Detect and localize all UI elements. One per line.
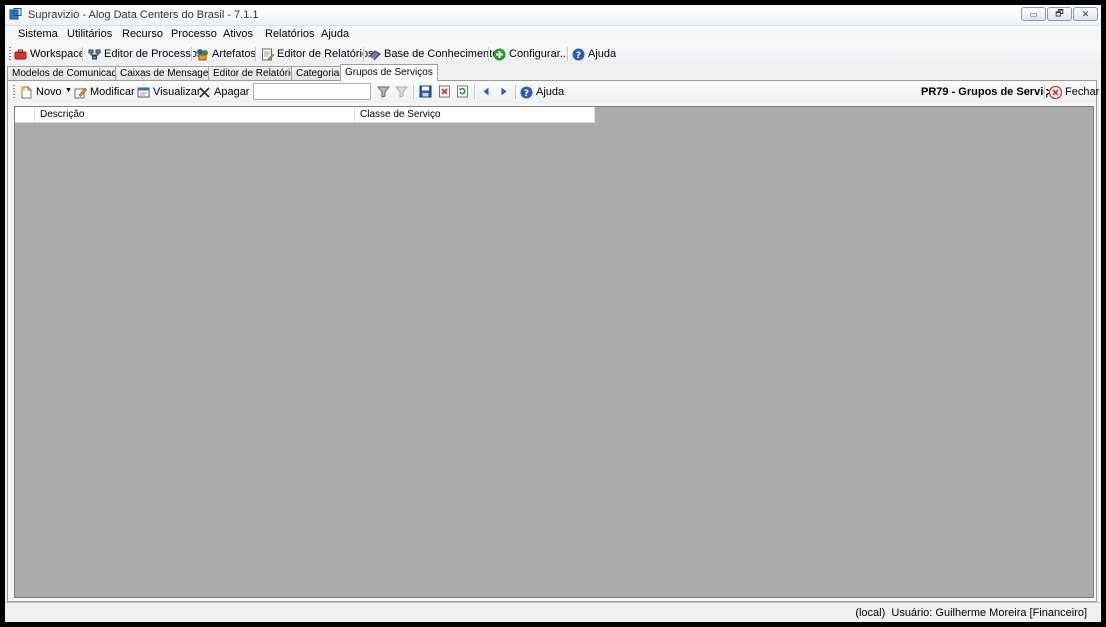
restore-button[interactable]: 🗗 [1047, 7, 1072, 21]
tab-label: Caixas de Mensagens [120, 68, 219, 79]
next-arrow-icon[interactable] [497, 85, 510, 98]
ajuda-main-label: Ajuda [588, 48, 617, 60]
toolbar-separator [191, 47, 193, 61]
menu-ajuda[interactable]: Ajuda [321, 28, 349, 40]
column-header-descricao[interactable]: Descrição [35, 107, 355, 122]
tab-label: Editor de Relatórios [213, 68, 301, 79]
modificar-button[interactable]: Modificar [74, 84, 135, 100]
toolbar-separator [255, 47, 257, 61]
previous-arrow-icon[interactable] [480, 85, 493, 98]
base-conhecimento-label: Base de Conhecimento [384, 48, 499, 60]
column-header-classe-servico[interactable]: Classe de Serviço [355, 107, 595, 122]
tab-modelos-comunicados[interactable]: Modelos de Comunicados [7, 66, 133, 80]
toolbar-separator [488, 47, 490, 61]
tab-grupos-servicos[interactable]: Grupos de Serviços [340, 64, 438, 81]
close-circle-icon [1049, 85, 1062, 99]
page-title: PR79 - Grupos de Serviços [921, 86, 1063, 98]
help-icon: ? [520, 86, 533, 99]
row-selector-header[interactable] [15, 107, 35, 122]
toolbar-separator [515, 85, 517, 99]
novo-dropdown-arrow-icon[interactable]: ▼ [65, 87, 72, 94]
edit-icon [74, 86, 87, 99]
menu-processo[interactable]: Processo [171, 28, 217, 40]
new-document-icon [20, 86, 33, 99]
filter-icon[interactable] [377, 85, 390, 98]
ajuda-main-button[interactable]: ? Ajuda [572, 46, 616, 62]
visualizar-label: Visualizar [153, 86, 201, 98]
save-icon[interactable] [419, 85, 432, 98]
novo-label: Novo [36, 86, 62, 98]
search-input[interactable] [253, 83, 371, 100]
workspace-button[interactable]: Workspace [14, 46, 85, 62]
editor-relatorios-button[interactable]: Editor de Relatórios [261, 46, 374, 62]
svg-text:?: ? [576, 51, 581, 61]
page-toolbar: Novo ▼ Modificar Visualizar Apagar ? Aju… [8, 81, 1099, 103]
application-window: Supravizio - Alog Data Centers do Brasil… [5, 5, 1101, 622]
configurar-label: Configurar... [509, 48, 569, 60]
minimize-icon: ▭ [1029, 9, 1038, 19]
fechar-label: Fechar [1065, 86, 1100, 98]
refresh-icon[interactable] [456, 85, 469, 98]
fechar-button[interactable]: Fechar [1049, 84, 1099, 100]
close-icon: ✕ [1081, 8, 1090, 19]
visualizar-button[interactable]: Visualizar [137, 84, 201, 100]
cancel-icon[interactable] [438, 85, 451, 98]
modificar-label: Modificar [90, 86, 135, 98]
minimize-button[interactable]: ▭ [1021, 7, 1046, 21]
view-window-icon [137, 86, 150, 99]
delete-x-icon [198, 86, 211, 99]
apagar-label: Apagar [214, 86, 250, 98]
app-icon[interactable] [9, 8, 22, 21]
toolbar-separator [474, 85, 476, 99]
tab-label: Modelos de Comunicados [12, 68, 128, 79]
menu-utilitarios[interactable]: Utilitários [67, 28, 112, 40]
ajuda-page-button[interactable]: ? Ajuda [520, 84, 564, 100]
book-icon [368, 48, 381, 61]
data-grid[interactable]: Descrição Classe de Serviço [14, 106, 1094, 598]
configurar-button[interactable]: Configurar... [493, 46, 569, 62]
report-edit-icon [261, 48, 274, 61]
tab-label: Categorias [296, 68, 345, 79]
page-panel: Novo ▼ Modificar Visualizar Apagar ? Aju… [7, 80, 1099, 602]
toolbar-separator [1044, 85, 1046, 99]
workspace-label: Workspace [30, 48, 85, 60]
clear-filter-icon[interactable] [395, 85, 408, 98]
menu-bar: Sistema Utilitários Recurso Processo Ati… [5, 26, 1101, 44]
tab-label: Grupos de Serviços [345, 67, 433, 78]
status-text: (local) Usuário: Guilherme Moreira [Fina… [855, 607, 1087, 619]
grid-header: Descrição Classe de Serviço [15, 107, 595, 123]
briefcase-icon [14, 48, 27, 61]
artifacts-icon [196, 48, 209, 61]
status-bar: (local) Usuário: Guilherme Moreira [Fina… [5, 602, 1101, 622]
menu-ativos[interactable]: Ativos [223, 28, 253, 40]
main-toolbar: Workspace Editor de Processos Artefatos … [5, 44, 1101, 64]
toolbar-separator [363, 47, 365, 61]
apagar-button[interactable]: Apagar [198, 84, 249, 100]
window-title: Supravizio - Alog Data Centers do Brasil… [28, 9, 259, 21]
toolbar-separator [82, 47, 84, 61]
toolbar-separator [567, 47, 569, 61]
svg-text:?: ? [524, 89, 529, 99]
add-green-icon [493, 48, 506, 61]
editor-processos-label: Editor de Processos [104, 48, 203, 60]
title-bar: Supravizio - Alog Data Centers do Brasil… [5, 5, 1101, 26]
tab-strip: Modelos de Comunicados Caixas de Mensage… [5, 64, 1101, 81]
artefatos-button[interactable]: Artefatos [196, 46, 256, 62]
base-conhecimento-button[interactable]: Base de Conhecimento [368, 46, 498, 62]
close-window-button[interactable]: ✕ [1073, 7, 1098, 21]
toolbar-grip[interactable] [13, 85, 15, 99]
artefatos-label: Artefatos [212, 48, 257, 60]
restore-icon: 🗗 [1055, 8, 1064, 18]
toolbar-separator [413, 85, 415, 99]
help-icon: ? [572, 48, 585, 61]
novo-button[interactable]: Novo [20, 84, 62, 100]
toolbar-grip[interactable] [9, 47, 11, 61]
process-flow-icon [88, 48, 101, 61]
editor-processos-button[interactable]: Editor de Processos [88, 46, 202, 62]
ajuda-page-label: Ajuda [536, 86, 565, 98]
menu-relatorios[interactable]: Relatórios [265, 28, 315, 40]
editor-relatorios-label: Editor de Relatórios [277, 48, 374, 60]
menu-sistema[interactable]: Sistema [18, 28, 58, 40]
menu-recurso[interactable]: Recurso [122, 28, 163, 40]
